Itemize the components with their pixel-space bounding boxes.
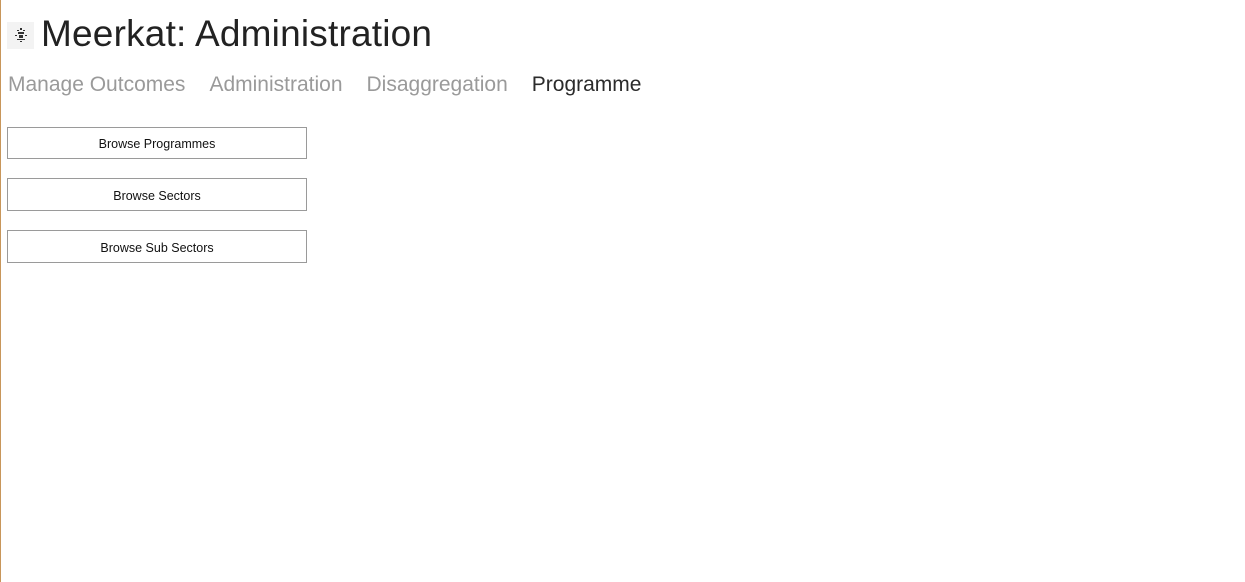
app-window: Meerkat: Administration Manage Outcomes … <box>0 0 1245 582</box>
tab-disaggregation[interactable]: Disaggregation <box>367 70 508 100</box>
tab-manage-outcomes[interactable]: Manage Outcomes <box>8 70 185 100</box>
page-title: Meerkat: Administration <box>41 13 433 54</box>
tab-administration[interactable]: Administration <box>209 70 342 100</box>
tab-programme[interactable]: Programme <box>532 70 642 100</box>
browse-programmes-button[interactable]: Browse Programmes <box>7 127 307 159</box>
browse-sectors-button[interactable]: Browse Sectors <box>7 178 307 211</box>
meerkat-logo-icon <box>7 21 34 49</box>
browse-sub-sectors-button[interactable]: Browse Sub Sectors <box>7 230 307 263</box>
nav-tabs: Manage Outcomes Administration Disaggreg… <box>8 70 665 100</box>
app-header: Meerkat: Administration <box>7 10 432 58</box>
